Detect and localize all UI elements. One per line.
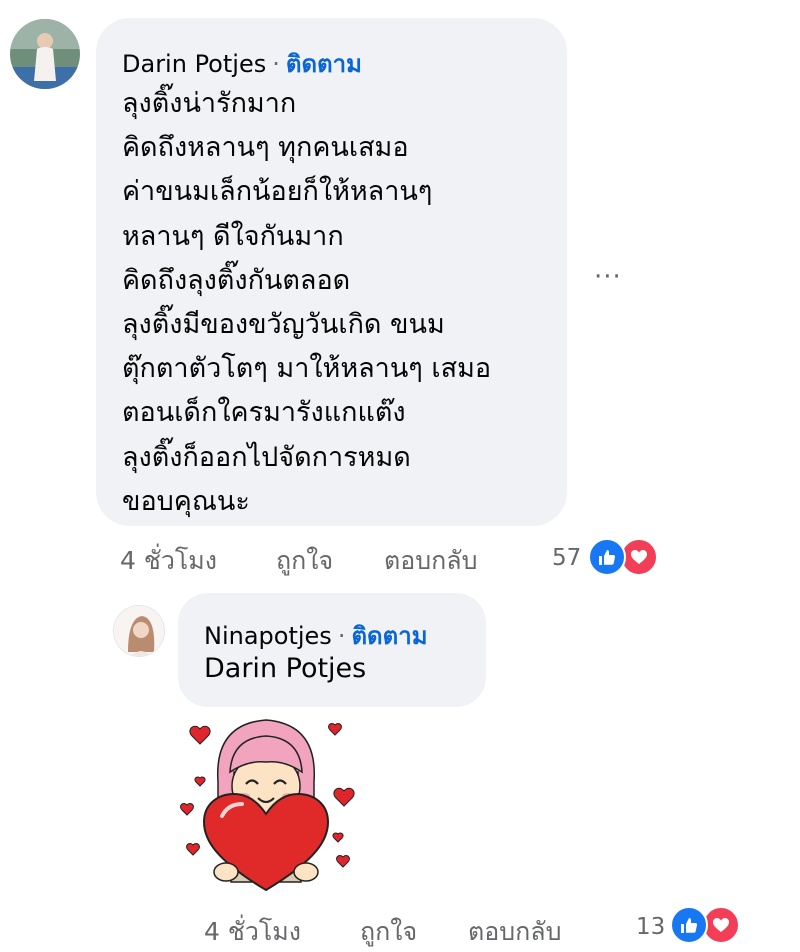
comment-line: คิดถึงหลานๆ ทุกคนเสมอ xyxy=(122,132,409,164)
like-button[interactable]: ถูกใจ xyxy=(276,541,333,581)
comment-line: ลุงติ๊งน่ารักมาก xyxy=(122,88,297,119)
more-options-icon[interactable]: ··· xyxy=(594,262,622,292)
comment-actions: 4 ชั่วโมง ถูกใจ ตอบกลับ xyxy=(120,541,520,575)
comment-bubble: Darin Potjes · ติดตาม ลุงติ๊งน่ารักมาก คิด… xyxy=(96,18,567,526)
reply-actions: 4 ชั่วโมง ถูกใจ ตอบกลับ xyxy=(204,912,604,946)
comment-line: ค่าขนมเล็กน้อยก็ให้หลานๆ xyxy=(122,176,433,208)
reaction-icons[interactable] xyxy=(670,906,744,944)
comment-line: หลานๆ ดีใจกันมาก xyxy=(122,220,344,252)
comment-author-name[interactable]: Darin Potjes xyxy=(122,50,266,78)
comment-line: ลุงติ๊งมีของขวัญวันเกิด ขนม xyxy=(122,309,445,341)
comment-line: ตอนเด็กใครมารังแกแต๊ง xyxy=(122,397,406,429)
girl-hugging-heart-sticker xyxy=(176,712,356,897)
comment-line: ตุ๊กตาตัวโตๆ มาให้หลานๆ เสมอ xyxy=(122,353,492,385)
commenter-avatar[interactable] xyxy=(10,19,80,89)
comment-line: คิดถึงลุงติ๊งกันตลอด xyxy=(122,264,351,296)
mention-text[interactable]: Darin Potjes xyxy=(204,653,366,684)
reply-button[interactable]: ตอบกลับ xyxy=(384,541,477,581)
separator-dot: · xyxy=(337,622,346,650)
reaction-count[interactable]: 13 xyxy=(636,914,665,940)
reply-bubble: Ninapotjes · ติดตาม Darin Potjes xyxy=(178,593,486,707)
thumbs-up-icon xyxy=(588,538,626,576)
thumbs-up-icon xyxy=(670,906,708,944)
timestamp[interactable]: 4 ชั่วโมง xyxy=(120,541,217,581)
comment-text: ลุงติ๊งน่ารักมาก คิดถึงหลานๆ ทุกคนเสมอ ค… xyxy=(122,82,491,524)
follow-link[interactable]: ติดตาม xyxy=(286,50,362,78)
follow-link[interactable]: ติดตาม xyxy=(351,622,427,650)
reaction-count[interactable]: 57 xyxy=(552,545,581,571)
reply-author-name[interactable]: Ninapotjes xyxy=(204,622,332,650)
separator-dot: · xyxy=(272,50,280,78)
comment-line: ลุงติ๊งก็ออกไปจัดการหมด xyxy=(122,441,411,473)
timestamp[interactable]: 4 ชั่วโมง xyxy=(204,912,301,952)
like-button[interactable]: ถูกใจ xyxy=(360,912,417,952)
reply-avatar[interactable] xyxy=(113,605,165,657)
comment-line: ขอบคุณนะ xyxy=(122,485,250,517)
reply-button[interactable]: ตอบกลับ xyxy=(468,912,561,952)
reaction-icons[interactable] xyxy=(588,538,662,576)
